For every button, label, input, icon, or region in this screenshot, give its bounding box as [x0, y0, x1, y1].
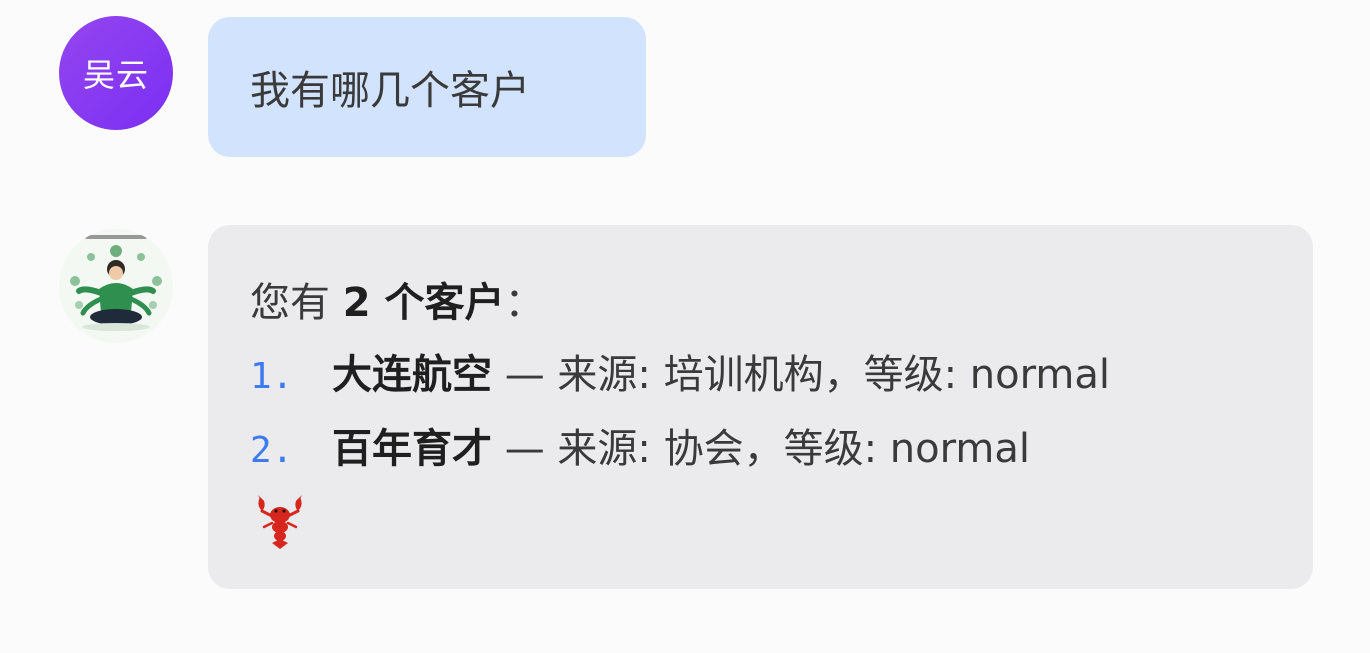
lobster-icon: [258, 495, 302, 549]
bot-intro-prefix: 您有: [250, 280, 343, 326]
list-item-name: 大连航空: [332, 352, 492, 398]
user-message-text: 我有哪几个客户: [250, 68, 530, 114]
chat-thread: 吴云 我有哪几个客户 您有 2 个客户： 1. 大连航空 — 来源: 培训机构，…: [0, 0, 1370, 653]
bot-intro-line: 您有 2 个客户：: [250, 267, 1313, 339]
user-message-bubble: 我有哪几个客户: [208, 17, 646, 157]
list-item-number: 1.: [250, 356, 294, 397]
bot-intro-suffix: ：: [504, 280, 545, 326]
user-avatar-initials: 吴云: [82, 56, 149, 94]
bot-intro-count: 2 个客户: [342, 280, 505, 326]
list-item-number: 2.: [250, 430, 294, 471]
meditating-person-icon: [59, 229, 173, 343]
bot-avatar[interactable]: [59, 229, 173, 343]
list-item: 1. 大连航空 — 来源: 培训机构，等级: normal: [250, 339, 1313, 413]
list-item-details: — 来源: 培训机构，等级: normal: [492, 352, 1110, 398]
list-item-name: 百年育才: [332, 426, 492, 472]
list-item: 2. 百年育才 — 来源: 协会，等级: normal: [250, 413, 1313, 487]
user-avatar[interactable]: 吴云: [59, 16, 173, 130]
bot-message-bubble: 您有 2 个客户： 1. 大连航空 — 来源: 培训机构，等级: normal 2…: [208, 225, 1313, 589]
list-item-details: — 来源: 协会，等级: normal: [492, 426, 1030, 472]
